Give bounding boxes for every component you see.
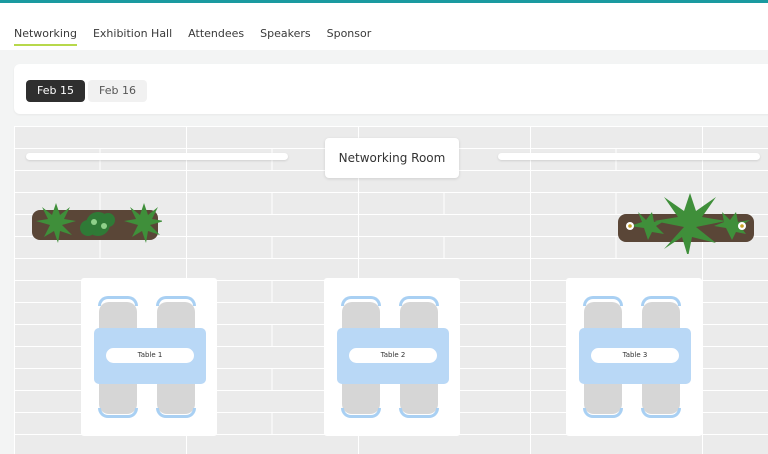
chair-backrest xyxy=(583,408,623,418)
tab-sponsor[interactable]: Sponsor xyxy=(327,27,372,46)
table-label: Table 1 xyxy=(106,348,194,363)
date-selector-bar: Feb 15 Feb 16 xyxy=(14,64,768,114)
date-button-feb-16[interactable]: Feb 16 xyxy=(88,80,147,102)
chair-backrest xyxy=(98,408,138,418)
table-surface: Table 2 xyxy=(337,328,449,384)
tab-attendees[interactable]: Attendees xyxy=(188,27,244,46)
table-label: Table 2 xyxy=(349,348,437,363)
table-card-3[interactable]: Table 3 xyxy=(566,278,702,436)
tab-networking[interactable]: Networking xyxy=(14,27,77,46)
table-card-1[interactable]: Table 1 xyxy=(81,278,217,436)
plant-planter-right-icon xyxy=(618,193,754,254)
top-nav-bar: Networking Exhibition Hall Attendees Spe… xyxy=(0,0,768,50)
chair-backrest xyxy=(341,408,381,418)
table-surface: Table 1 xyxy=(94,328,206,384)
room-title: Networking Room xyxy=(325,138,459,178)
plant-planter-left-icon xyxy=(32,203,162,243)
table-label: Table 3 xyxy=(591,348,679,363)
wall-rail-left xyxy=(26,153,288,160)
wall-rail-right xyxy=(498,153,760,160)
networking-room-canvas: Networking Room Table 1 Table 2 Table 3 xyxy=(14,126,768,454)
tab-exhibition-hall[interactable]: Exhibition Hall xyxy=(93,27,172,46)
nav-tabs: Networking Exhibition Hall Attendees Spe… xyxy=(14,27,371,46)
chair-backrest xyxy=(399,408,439,418)
tab-speakers[interactable]: Speakers xyxy=(260,27,310,46)
date-button-feb-15[interactable]: Feb 15 xyxy=(26,80,85,102)
table-surface: Table 3 xyxy=(579,328,691,384)
table-card-2[interactable]: Table 2 xyxy=(324,278,460,436)
chair-backrest xyxy=(156,408,196,418)
chair-backrest xyxy=(641,408,681,418)
